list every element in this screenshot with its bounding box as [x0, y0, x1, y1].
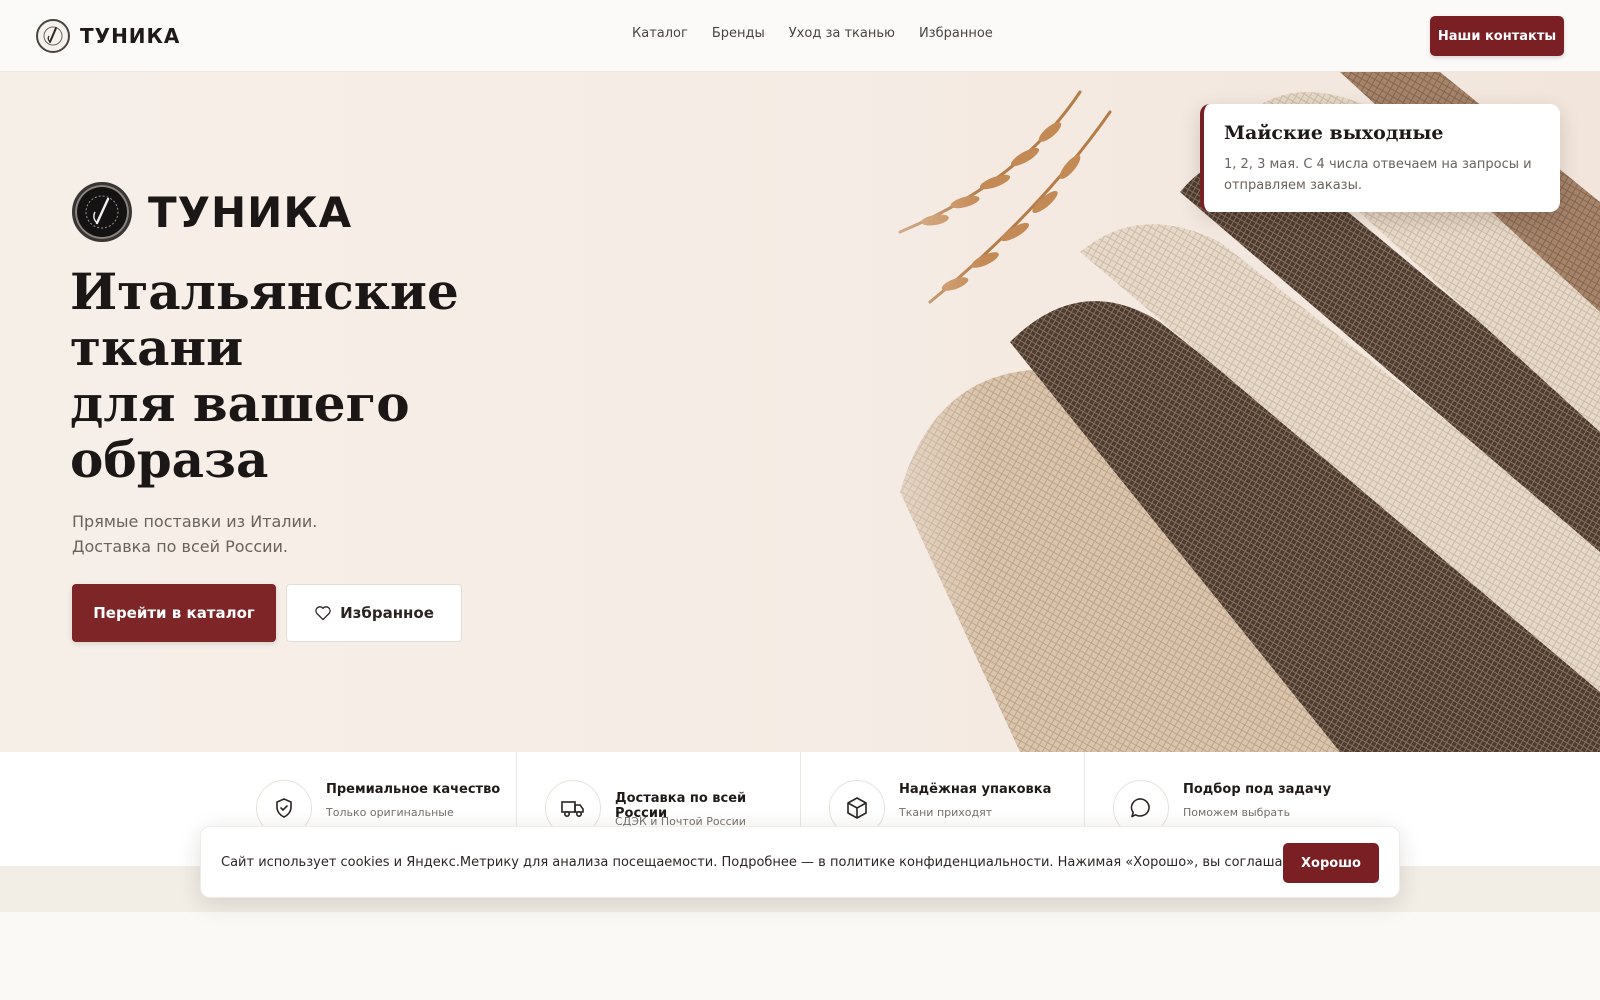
- cookie-banner: Сайт использует cookies и Яндекс.Метрику…: [200, 826, 1400, 898]
- notice-text: 1, 2, 3 мая. С 4 числа отвечаем на запро…: [1224, 157, 1532, 193]
- hero-brand: ТУНИКА: [72, 182, 352, 242]
- needle-logo-icon: [72, 182, 132, 242]
- cookie-accept-button[interactable]: Хорошо: [1283, 843, 1379, 883]
- notice-title: Майские выходные: [1224, 122, 1444, 144]
- site-header: ТУНИКА Каталог Бренды Уход за тканью Изб…: [0, 0, 1600, 72]
- nav-favorites[interactable]: Избранное: [919, 26, 993, 41]
- main-nav: Каталог Бренды Уход за тканью Избранное: [632, 26, 993, 41]
- feature-desc: Ткани приходят: [899, 806, 993, 819]
- heart-icon: [315, 606, 331, 621]
- nav-catalog[interactable]: Каталог: [632, 26, 688, 41]
- feature-desc: Только оригинальные: [326, 806, 454, 819]
- favorites-button-label: Избранное: [340, 604, 434, 622]
- nav-brands[interactable]: Бренды: [712, 26, 765, 41]
- hero-brand-name: ТУНИКА: [148, 187, 353, 237]
- nav-fabric-care[interactable]: Уход за тканью: [789, 26, 895, 41]
- hero-subtitle: Прямые поставки из Италии. Доставка по в…: [72, 509, 317, 559]
- hero-title-line: образа: [70, 430, 269, 489]
- needle-logo-icon: [36, 19, 70, 53]
- hero-title-line: для вашего: [70, 374, 410, 433]
- holiday-notice-card: Майские выходные 1, 2, 3 мая. С 4 числа …: [1200, 104, 1560, 212]
- hero-title-line: ткани: [70, 318, 244, 377]
- feature-title: Подбор под задачу: [1183, 782, 1332, 797]
- feature-title: Надёжная упаковка: [899, 782, 1052, 797]
- hero-subtitle-line: Прямые поставки из Италии.: [72, 512, 318, 531]
- hero-title: Итальянские ткани для вашего образа: [70, 264, 540, 488]
- brand-logo-link[interactable]: ТУНИКА: [36, 19, 180, 53]
- feature-desc: Поможем выбрать: [1183, 806, 1291, 819]
- go-to-catalog-button[interactable]: Перейти в каталог: [72, 584, 276, 642]
- brand-name: ТУНИКА: [80, 24, 181, 48]
- contacts-button[interactable]: Наши контакты: [1430, 16, 1564, 56]
- favorites-button[interactable]: Избранное: [286, 584, 462, 642]
- feature-title: Премиальное качество: [326, 782, 501, 797]
- cookie-text: Сайт использует cookies и Яндекс.Метрику…: [221, 855, 1326, 870]
- hero-section: ТУНИКА Итальянские ткани для вашего обра…: [0, 72, 1600, 752]
- hero-title-line: Итальянские: [70, 262, 459, 321]
- hero-subtitle-line: Доставка по всей России.: [72, 537, 288, 556]
